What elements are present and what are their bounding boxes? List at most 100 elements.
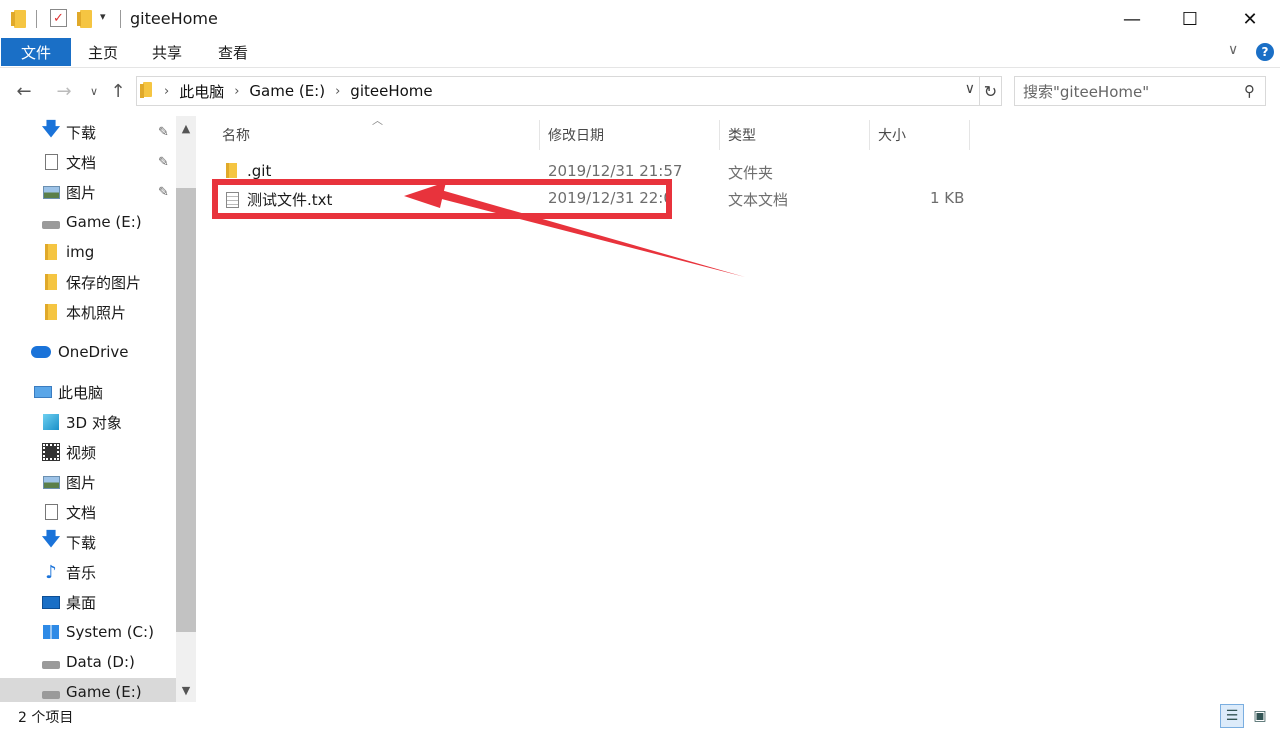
- chevron-up-icon[interactable]: ▲: [176, 118, 196, 138]
- file-name: .git: [247, 162, 272, 180]
- picture-icon: [42, 473, 60, 491]
- status-bar: 2 个项目 ☰ ▣: [0, 702, 1280, 731]
- minimize-button[interactable]: —: [1102, 0, 1162, 38]
- drive-icon: [42, 213, 60, 231]
- maximize-button[interactable]: ☐: [1160, 0, 1220, 38]
- nav-item-label: 视频: [66, 443, 97, 462]
- expand-ribbon-icon[interactable]: ∨: [1228, 42, 1238, 58]
- nav-item-3d-objects[interactable]: 3D 对象: [0, 408, 176, 436]
- divider: [120, 10, 121, 28]
- nav-item-label: 图片: [66, 473, 97, 492]
- nav-item-label: 桌面: [66, 593, 97, 612]
- this-pc-icon: [34, 383, 52, 401]
- folder-icon: [42, 303, 60, 321]
- nav-item-img[interactable]: img: [0, 238, 176, 266]
- nav-item-label: 本机照片: [66, 303, 127, 322]
- windows-drive-icon: [42, 623, 60, 641]
- navigation-pane: 🡇 下载 ✎ 文档 ✎ 图片 ✎ Game (E:) img 保存的图片 本机照…: [0, 116, 196, 702]
- nav-item-this-pc[interactable]: 此电脑: [0, 378, 176, 406]
- nav-item-documents[interactable]: 文档 ✎: [0, 148, 176, 176]
- close-button[interactable]: ✕: [1220, 0, 1280, 38]
- nav-item-label: Game (E:): [66, 683, 142, 701]
- nav-item-music[interactable]: ♪ 音乐: [0, 558, 176, 586]
- download-icon: 🡇: [41, 529, 61, 550]
- back-arrow-icon[interactable]: ←: [12, 78, 36, 104]
- details-view-icon[interactable]: ☰: [1220, 704, 1244, 728]
- nav-item-saved-pictures[interactable]: 保存的图片: [0, 268, 176, 296]
- nav-item-label: 下载: [66, 533, 97, 552]
- breadcrumb-separator[interactable]: ›: [329, 84, 346, 99]
- music-icon: ♪: [45, 561, 57, 583]
- breadcrumb-separator[interactable]: ›: [158, 84, 175, 99]
- large-icons-view-icon[interactable]: ▣: [1248, 704, 1272, 728]
- nav-item-game-drive[interactable]: Game (E:): [0, 208, 176, 236]
- ribbon-tabs: 文件 主页 共享 查看 ∨ ?: [0, 38, 1280, 68]
- folder-icon: [42, 243, 60, 261]
- file-name-cell: .git: [226, 162, 271, 180]
- nav-item-label: 下载: [66, 123, 97, 142]
- column-header-date[interactable]: 修改日期: [540, 120, 720, 150]
- nav-item-data-drive[interactable]: Data (D:): [0, 648, 176, 676]
- nav-item-pictures-pc[interactable]: 图片: [0, 468, 176, 496]
- nav-item-label: 3D 对象: [66, 413, 122, 432]
- picture-icon: [42, 183, 60, 201]
- highlight-box: [212, 179, 672, 219]
- nav-item-onedrive[interactable]: OneDrive: [0, 338, 176, 366]
- chevron-down-icon[interactable]: ▼: [176, 680, 196, 700]
- search-input[interactable]: 搜索"giteeHome" ⚲: [1014, 76, 1266, 106]
- help-icon[interactable]: ?: [1256, 43, 1274, 61]
- tab-view[interactable]: 查看: [212, 38, 254, 66]
- pin-icon[interactable]: ✎: [158, 185, 169, 200]
- new-folder-icon[interactable]: [77, 10, 92, 32]
- nav-item-videos[interactable]: 视频: [0, 438, 176, 466]
- chevron-down-icon[interactable]: ∨: [965, 81, 975, 97]
- breadcrumb-game-drive[interactable]: Game (E:): [245, 82, 329, 100]
- document-icon: [42, 503, 60, 521]
- tab-file[interactable]: 文件: [1, 38, 71, 66]
- column-header-type[interactable]: 类型: [720, 120, 870, 150]
- breadcrumb-separator[interactable]: ›: [228, 84, 245, 99]
- tab-home[interactable]: 主页: [82, 38, 124, 66]
- folder-icon: [140, 81, 152, 101]
- column-header-name[interactable]: 名称: [214, 120, 540, 150]
- nav-item-label: 图片: [66, 183, 97, 202]
- breadcrumb-gitee-home[interactable]: giteeHome: [346, 82, 436, 100]
- nav-item-game-drive-selected[interactable]: Game (E:): [0, 678, 176, 702]
- onedrive-icon: [30, 343, 52, 361]
- nav-item-system-drive[interactable]: System (C:): [0, 618, 176, 646]
- nav-item-label: Game (E:): [66, 213, 142, 231]
- address-row: ← → ∨ ↑ › 此电脑 › Game (E:) › giteeHome ∨ …: [0, 72, 1280, 110]
- scrollbar-thumb[interactable]: [176, 188, 196, 632]
- nav-item-documents-pc[interactable]: 文档: [0, 498, 176, 526]
- nav-scrollbar[interactable]: ▲ ▼: [176, 116, 196, 702]
- nav-item-pictures[interactable]: 图片 ✎: [0, 178, 176, 206]
- file-date: 2019/12/31 21:57: [548, 162, 683, 180]
- customize-toolbar-icon[interactable]: ▾: [100, 10, 106, 23]
- recent-locations-icon[interactable]: ∨: [82, 78, 106, 104]
- refresh-icon[interactable]: ↻: [980, 76, 1002, 106]
- nav-item-downloads[interactable]: 🡇 下载 ✎: [0, 118, 176, 146]
- pin-icon[interactable]: ✎: [158, 155, 169, 170]
- column-header-size[interactable]: 大小: [870, 120, 970, 150]
- breadcrumb-this-pc[interactable]: 此电脑: [175, 81, 228, 102]
- nav-item-label: OneDrive: [58, 343, 129, 361]
- nav-item-desktop[interactable]: 桌面: [0, 588, 176, 616]
- search-icon[interactable]: ⚲: [1244, 82, 1255, 100]
- document-icon: [42, 153, 60, 171]
- nav-item-camera-roll[interactable]: 本机照片: [0, 298, 176, 326]
- nav-item-label: img: [66, 243, 95, 261]
- 3d-objects-icon: [42, 413, 60, 431]
- column-label: 类型: [728, 128, 756, 144]
- properties-icon[interactable]: ✓: [50, 9, 67, 27]
- forward-arrow-icon[interactable]: →: [52, 78, 76, 104]
- tab-share[interactable]: 共享: [146, 38, 188, 66]
- file-size: 1 KB: [930, 189, 965, 207]
- address-bar[interactable]: › 此电脑 › Game (E:) › giteeHome ∨: [136, 76, 980, 106]
- up-arrow-icon[interactable]: ↑: [106, 78, 130, 104]
- folder-icon: [42, 273, 60, 291]
- title-bar: ✓ ▾ giteeHome — ☐ ✕: [0, 0, 1280, 38]
- pin-icon[interactable]: ✎: [158, 125, 169, 140]
- column-label: 大小: [878, 128, 906, 144]
- nav-item-downloads-pc[interactable]: 🡇 下载: [0, 528, 176, 556]
- item-count: 2 个项目: [18, 710, 74, 726]
